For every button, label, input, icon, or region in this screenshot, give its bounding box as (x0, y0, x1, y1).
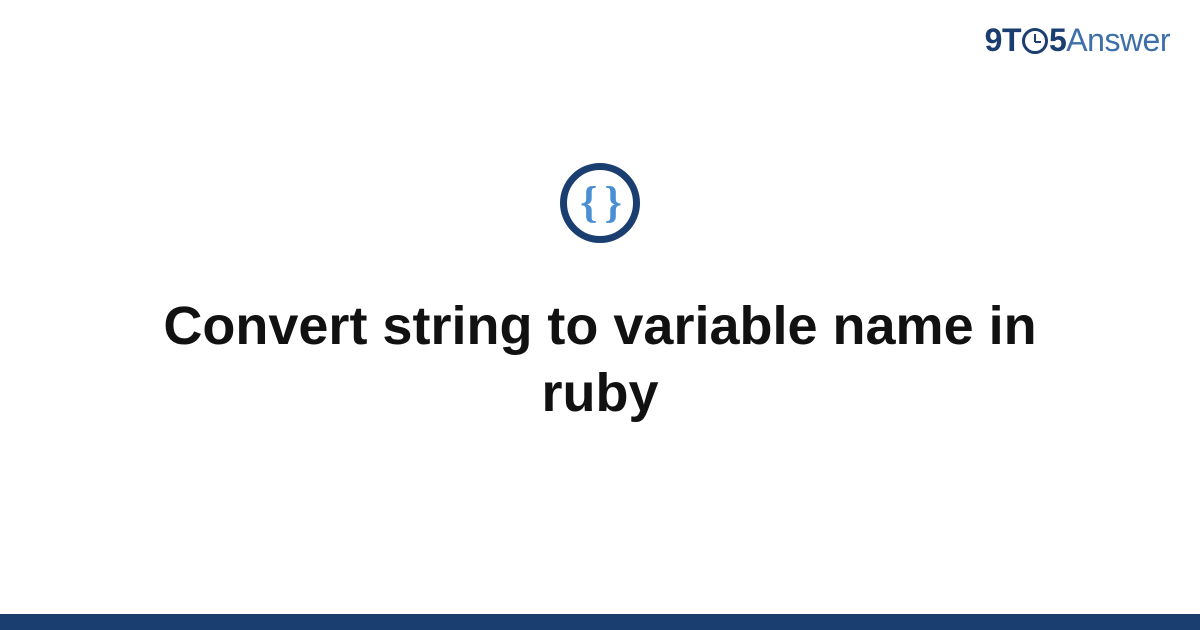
braces-glyph: { } (580, 181, 620, 225)
code-braces-icon: { } (560, 163, 640, 243)
footer-bar (0, 614, 1200, 630)
main-content: { } Convert string to variable name in r… (0, 0, 1200, 630)
page-title: Convert string to variable name in ruby (100, 293, 1100, 428)
